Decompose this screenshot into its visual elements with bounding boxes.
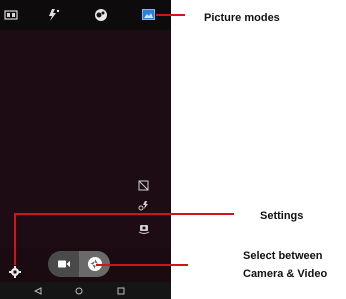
grid-off-icon[interactable] <box>138 180 149 191</box>
filter-icon[interactable] <box>94 8 108 22</box>
settings-gear-icon[interactable] <box>9 266 21 278</box>
callout-line-picture-modes <box>156 14 185 16</box>
phone-screen <box>0 0 171 299</box>
callout-line-settings <box>14 213 234 215</box>
recents-icon[interactable] <box>117 287 125 295</box>
callout-select-line1: Select between <box>243 250 323 262</box>
camera-viewfinder[interactable] <box>0 30 171 248</box>
flash-icon[interactable] <box>138 200 149 211</box>
callout-vline-settings <box>14 213 16 265</box>
callout-picture-modes: Picture modes <box>204 12 280 24</box>
callout-select-line2: Camera & Video <box>243 268 328 280</box>
hdr-icon[interactable] <box>4 9 18 21</box>
home-icon[interactable] <box>75 287 83 295</box>
navigation-bar <box>0 282 171 299</box>
switch-camera-icon[interactable] <box>138 222 150 234</box>
callout-line-select <box>96 264 188 266</box>
video-icon <box>57 260 70 268</box>
callout-settings: Settings <box>260 210 304 222</box>
video-mode-button[interactable] <box>48 251 79 277</box>
flash-auto-icon[interactable] <box>47 8 61 22</box>
picture-modes-icon[interactable] <box>142 9 155 20</box>
back-icon[interactable] <box>34 287 42 295</box>
